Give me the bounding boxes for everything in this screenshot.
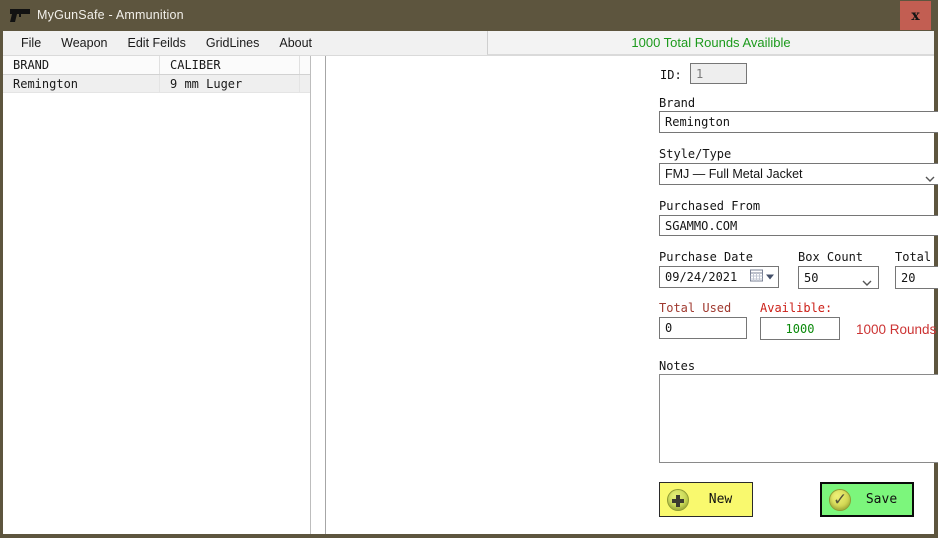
- total-used-label: Total Used: [659, 301, 732, 315]
- grid-cell-caliber[interactable]: 9 mm Luger: [160, 75, 300, 92]
- id-field: [690, 63, 747, 84]
- save-button[interactable]: Save: [820, 482, 914, 517]
- availability-message: 1000 Rounds Availible for 9 mm Luger: [856, 322, 938, 337]
- grid-cell-brand[interactable]: Remington: [3, 75, 160, 92]
- menu-item-gridlines[interactable]: GridLines: [196, 31, 270, 55]
- table-row[interactable]: Remington 9 mm Luger: [3, 75, 310, 93]
- purchase-date-picker[interactable]: 09/24/2021: [659, 266, 779, 288]
- main-area: BRAND CALIBER Remington 9 mm Luger ID: B…: [3, 56, 938, 534]
- chevron-down-icon: [862, 275, 872, 289]
- purchased-from-field[interactable]: [659, 215, 938, 236]
- purchase-date-label: Purchase Date: [659, 250, 753, 264]
- titlebar: MyGunSafe - Ammunition x: [0, 0, 938, 31]
- check-icon: [829, 488, 851, 511]
- total-rounds-status: 1000 Total Rounds Availible: [631, 35, 791, 50]
- grid-header-row: BRAND CALIBER: [3, 56, 310, 75]
- style-type-select[interactable]: FMJ — Full Metal Jacket: [659, 163, 938, 185]
- menu-item-about[interactable]: About: [269, 31, 322, 55]
- purchase-date-value: 09/24/2021: [665, 270, 738, 284]
- purchased-from-label: Purchased From: [659, 199, 761, 213]
- grid-header-brand[interactable]: BRAND: [3, 56, 160, 74]
- total-boxes-field[interactable]: [895, 266, 938, 289]
- save-button-label: Save: [865, 492, 898, 507]
- style-type-label: Style/Type: [659, 147, 732, 161]
- notes-label: Notes: [659, 359, 696, 373]
- menu-item-file[interactable]: File: [11, 31, 51, 55]
- menu-bar: File Weapon Edit Feilds GridLines About …: [3, 31, 934, 56]
- id-label: ID:: [660, 68, 682, 82]
- style-type-select-value: FMJ — Full Metal Jacket: [665, 167, 803, 181]
- ammo-form: ID: Brand Caliber 9 mm Luger ShotShell S…: [326, 56, 938, 534]
- box-count-label: Box Count: [798, 250, 864, 264]
- plus-icon: [667, 488, 689, 511]
- grid-header-caliber[interactable]: CALIBER: [160, 56, 300, 74]
- menu-item-edit-feilds[interactable]: Edit Feilds: [118, 31, 196, 55]
- new-button[interactable]: New: [659, 482, 753, 517]
- dropdown-arrow-icon: [766, 274, 774, 280]
- new-button-label: New: [708, 492, 733, 507]
- box-count-select[interactable]: 50: [798, 266, 879, 289]
- brand-label: Brand: [659, 96, 696, 110]
- availible-field: 1000: [760, 317, 840, 340]
- brand-field[interactable]: [659, 111, 938, 133]
- close-button[interactable]: x: [900, 1, 931, 30]
- calendar-icon: [750, 269, 763, 285]
- availible-value: 1000: [785, 321, 815, 336]
- chevron-down-icon: [925, 171, 935, 185]
- status-strip: 1000 Total Rounds Availible: [487, 31, 934, 55]
- ammo-grid: BRAND CALIBER Remington 9 mm Luger: [3, 56, 311, 534]
- menu-item-weapon[interactable]: Weapon: [51, 31, 117, 55]
- availible-label: Availible:: [760, 301, 833, 315]
- gun-icon: [10, 8, 30, 23]
- box-count-select-value: 50: [804, 270, 819, 285]
- window-title: MyGunSafe - Ammunition: [37, 8, 184, 22]
- total-used-field[interactable]: [659, 317, 747, 339]
- total-boxes-label: Total Boxes: [895, 250, 938, 264]
- app-window: MyGunSafe - Ammunition x File Weapon Edi…: [0, 0, 938, 538]
- notes-field[interactable]: [659, 374, 938, 463]
